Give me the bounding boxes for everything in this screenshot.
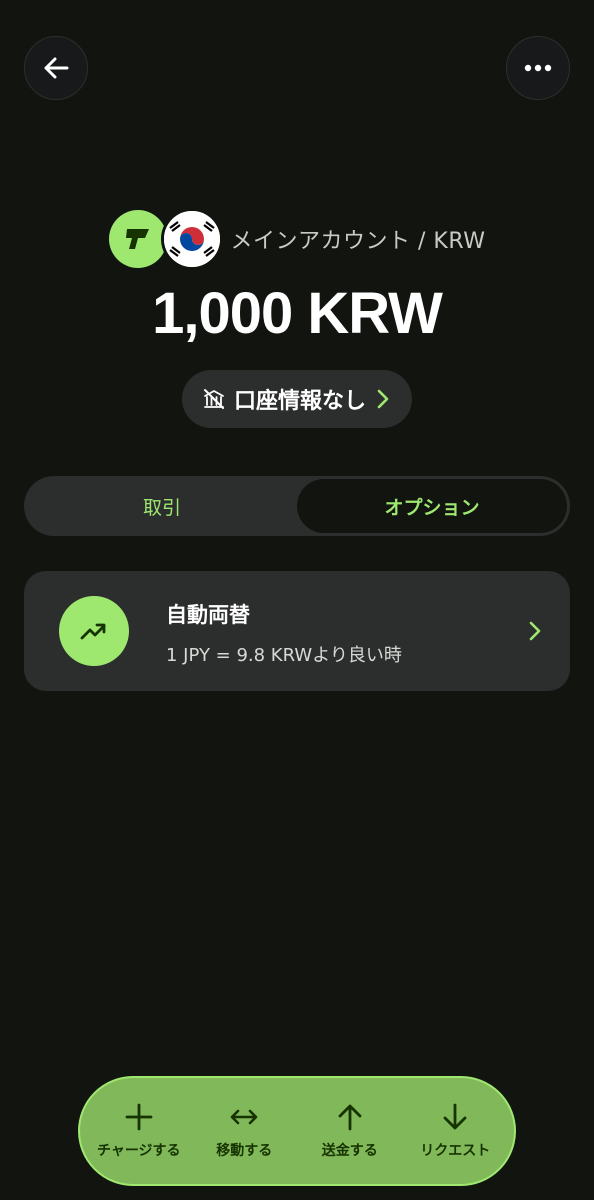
move-label: 移動する [216, 1143, 273, 1159]
tab-transactions[interactable]: 取引 [27, 479, 297, 533]
arrow-up-icon [338, 1104, 362, 1131]
more-dots-icon [524, 64, 552, 72]
arrow-left-icon [44, 57, 69, 79]
chevron-right-icon [377, 389, 389, 409]
korea-flag-icon [160, 208, 223, 270]
charge-button[interactable]: チャージする [91, 1078, 187, 1184]
trending-up-icon [59, 596, 129, 666]
send-button[interactable]: 送金する [302, 1078, 398, 1184]
tabs: 取引 オプション [24, 476, 570, 536]
arrow-down-icon [443, 1103, 467, 1130]
account-header: メインアカウント / KRW [0, 208, 594, 270]
account-info-label: 口座情報なし [233, 389, 366, 414]
no-bank-icon [203, 389, 224, 409]
more-options-button[interactable] [506, 36, 570, 100]
send-label: 送金する [321, 1143, 378, 1159]
account-name: メインアカウント / KRW [230, 229, 486, 254]
account-info-button[interactable]: 口座情報なし [182, 370, 412, 428]
charge-label: チャージする [96, 1143, 181, 1159]
account-logos [108, 208, 223, 270]
option-title: 自動両替 [166, 603, 250, 627]
auto-conversion-card[interactable]: 自動両替 1 JPY = 9.8 KRWより良い時 [24, 571, 570, 691]
plus-icon [125, 1103, 153, 1131]
request-label: リクエスト [420, 1143, 491, 1159]
back-button[interactable] [24, 36, 88, 100]
balance-amount: 1,000 KRW [152, 281, 443, 346]
wise-flag-icon [125, 229, 149, 249]
swap-arrows-icon [230, 1109, 258, 1125]
chevron-right-icon [529, 621, 541, 641]
option-subtitle: 1 JPY = 9.8 KRWより良い時 [166, 645, 402, 666]
tab-options[interactable]: オプション [297, 479, 567, 533]
move-button[interactable]: 移動する [196, 1078, 292, 1184]
wise-logo [108, 210, 167, 268]
request-button[interactable]: リクエスト [407, 1078, 503, 1184]
action-bar: チャージする 移動する 送金する リクエスト [78, 1076, 516, 1186]
